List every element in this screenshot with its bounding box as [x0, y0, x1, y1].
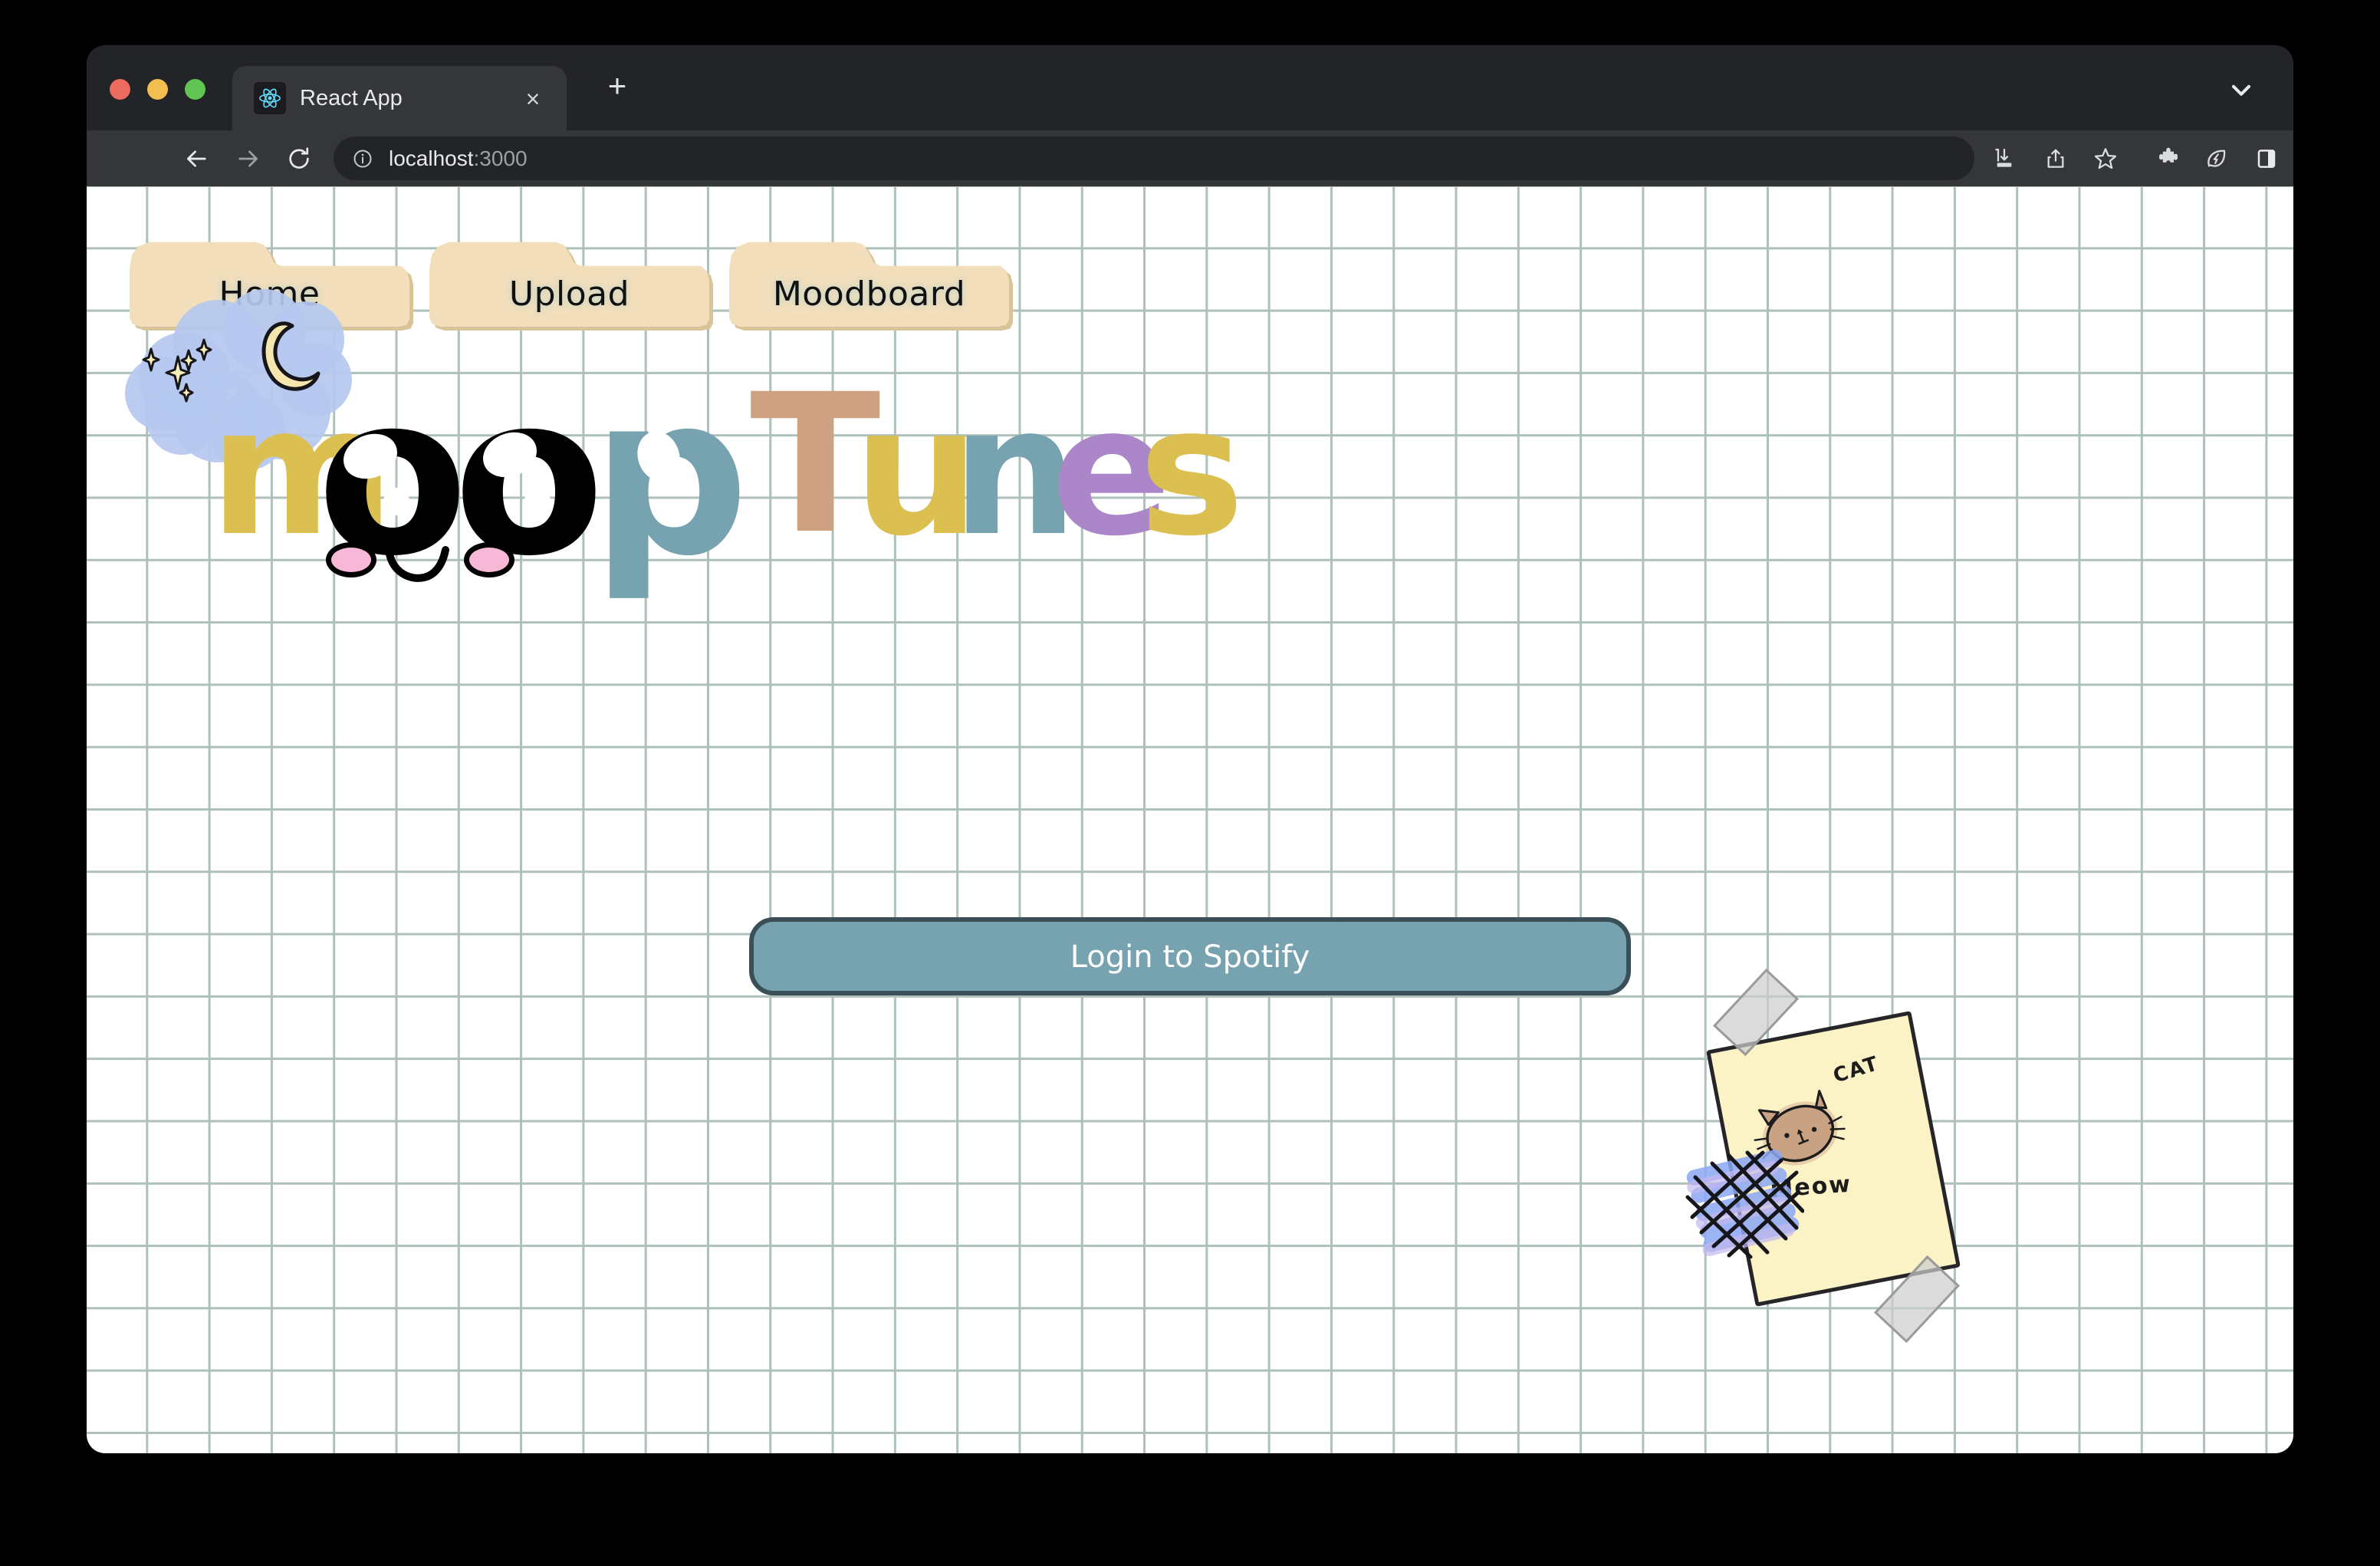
close-icon[interactable]: × [519, 85, 547, 113]
arrow-right-icon[interactable] [231, 141, 266, 176]
browser-tab-title: React App [300, 66, 403, 130]
smile-icon [384, 545, 452, 587]
sparkle-icon [180, 349, 197, 376]
browser-tab-strip: React App × + [87, 45, 2293, 130]
address-bar-text: localhost:3000 [389, 137, 528, 180]
extensions-puzzle-icon[interactable] [2151, 141, 2186, 176]
arrow-left-icon[interactable] [179, 141, 214, 176]
window-close-button[interactable] [110, 79, 130, 100]
browser-tab[interactable]: React App × [232, 66, 567, 130]
blush-right [464, 542, 514, 577]
window-minimize-button[interactable] [147, 79, 168, 100]
url-host: localhost [389, 146, 474, 170]
crosshatch-scribble [1681, 1143, 1804, 1258]
hero-logo: m o o p T u n e s [87, 278, 2293, 631]
address-bar[interactable]: localhost:3000 [334, 137, 1974, 180]
browser-window: React App × + [87, 45, 2293, 1453]
sparkle-icon [142, 347, 160, 376]
performance-leaf-icon[interactable] [2199, 141, 2234, 176]
login-to-spotify-button[interactable]: Login to Spotify [749, 917, 1631, 995]
react-logo-icon [254, 82, 286, 114]
browser-toolbar: localhost:3000 [87, 130, 2293, 186]
sticky-note: CAT Meow [1681, 984, 2011, 1352]
new-tab-button[interactable]: + [599, 68, 636, 105]
logo-letter-s: s [1139, 383, 1244, 561]
sparkle-icon [179, 383, 194, 406]
screenshot-root: React App × + [0, 0, 2380, 1566]
window-maximize-button[interactable] [185, 79, 205, 100]
info-circle-icon[interactable] [352, 148, 373, 169]
url-port: :3000 [474, 146, 528, 170]
star-icon[interactable] [2088, 141, 2123, 176]
side-panel-icon[interactable] [2249, 141, 2284, 176]
download-icon[interactable] [1987, 141, 2022, 176]
logo-wordmark: m o o p T u n e s [209, 352, 1037, 475]
reload-icon[interactable] [281, 141, 317, 176]
blush-left [326, 542, 376, 577]
chevron-down-icon[interactable] [2226, 74, 2257, 105]
p-bowl-highlight [591, 366, 760, 588]
share-icon[interactable] [2038, 141, 2073, 176]
page-content: Home Upload Moodboard [87, 186, 2293, 1453]
note-title-text: CAT [1830, 1052, 1882, 1088]
window-traffic-lights [110, 79, 205, 100]
